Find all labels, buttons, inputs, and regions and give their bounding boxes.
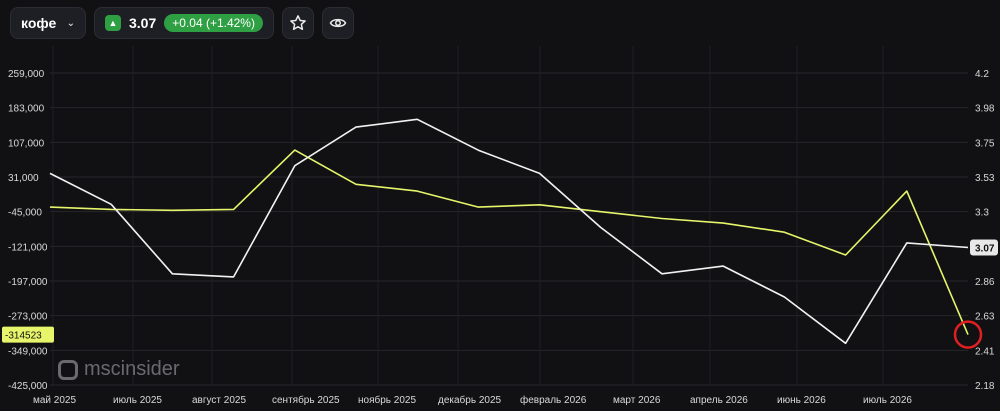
- last-price-label: 3.07: [975, 244, 995, 255]
- brand-watermark: mscinsider: [58, 358, 180, 381]
- left-axis-tick: -425,000: [8, 381, 48, 392]
- right-axis-tick: 3.3: [975, 208, 989, 219]
- x-axis-tick: март 2026: [613, 395, 661, 406]
- left-axis-tick: -197,000: [8, 277, 48, 288]
- left-axis-tick: 31,000: [8, 173, 39, 184]
- left-axis-tick: -273,000: [8, 312, 48, 323]
- right-axis-tick: 2.86: [975, 277, 995, 288]
- last-position-label: -314523: [5, 331, 42, 342]
- left-axis-tick: -45,000: [8, 208, 42, 219]
- positions-series-line: [49, 149, 969, 335]
- right-axis-tick: 3.98: [975, 104, 995, 115]
- right-axis-tick: 3.53: [975, 173, 995, 184]
- brand-logo-icon: [58, 359, 78, 380]
- x-axis-tick: ноябрь 2025: [358, 394, 416, 406]
- right-axis-tick: 4.2: [975, 69, 989, 80]
- left-axis-tick: 107,000: [8, 138, 45, 149]
- x-axis-tick: август 2025: [192, 395, 246, 406]
- x-axis-tick: апрель 2026: [690, 395, 748, 406]
- left-axis-tick: -349,000: [8, 346, 48, 357]
- x-axis-tick: июль 2026: [863, 395, 912, 406]
- x-axis-tick: июнь 2026: [777, 395, 826, 406]
- x-axis-tick: февраль 2026: [520, 394, 587, 406]
- left-axis-tick: -121,000: [8, 242, 48, 253]
- x-axis-tick: сентябрь 2025: [272, 394, 340, 406]
- right-axis-tick: 2.63: [975, 312, 995, 323]
- price-series-line: [49, 118, 969, 345]
- brand-name: mscinsider: [84, 358, 180, 380]
- x-axis-tick: май 2025: [33, 395, 76, 406]
- right-axis-tick: 3.75: [975, 138, 995, 149]
- x-axis-tick: декабрь 2025: [438, 394, 502, 406]
- price-positions-chart: 259,000 4.2 183,000 3.98 107,000 3.75 31,000 3.…: [2, 46, 998, 406]
- right-axis-tick: 2.41: [975, 346, 995, 357]
- highlight-marker: [953, 320, 983, 349]
- left-axis-tick: 259,000: [8, 69, 45, 80]
- left-axis-tick: 183,000: [8, 104, 45, 115]
- x-axis-tick: июль 2025: [113, 395, 162, 406]
- right-axis-tick: 2.18: [975, 381, 995, 392]
